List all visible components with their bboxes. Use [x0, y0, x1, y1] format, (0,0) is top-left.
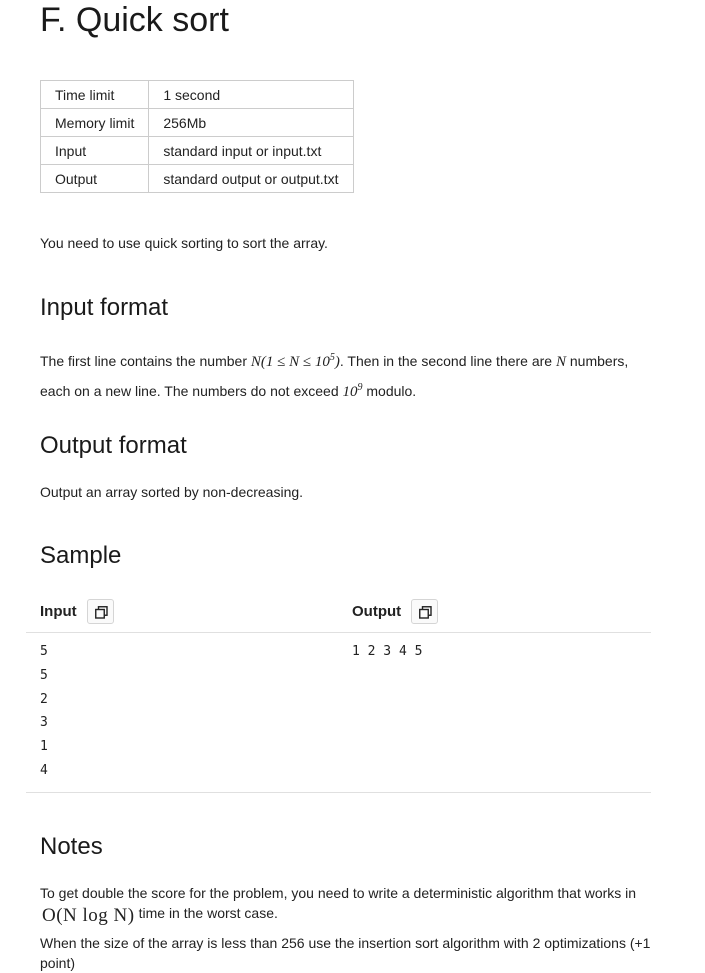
- output-format-heading: Output format: [40, 432, 187, 459]
- limits-row-memory: Memory limit 256Mb: [39, 108, 355, 137]
- input-format-heading: Input format: [40, 294, 169, 321]
- notes-heading: Notes: [40, 833, 103, 860]
- math-bound: 109: [342, 382, 363, 400]
- text-segment: modulo.: [362, 383, 417, 399]
- limit-key: Input: [39, 136, 150, 165]
- text-segment: To get double the score for the problem,…: [40, 885, 637, 901]
- limit-value: standard input or input.txt: [148, 136, 355, 165]
- math-complexity: O(N log N): [42, 905, 135, 926]
- output-format-text: Output an array sorted by non-decreasing…: [40, 484, 304, 500]
- text-segment: The first line contains the number: [40, 353, 251, 369]
- limit-value: standard output or output.txt: [148, 164, 355, 193]
- math-text: 10: [342, 384, 358, 400]
- limit-value: 256Mb: [148, 108, 355, 137]
- text-segment: time in the worst case.: [138, 905, 278, 921]
- sample-output-header: Output: [352, 596, 439, 626]
- sample-output-label: Output: [352, 602, 402, 620]
- sample-input-data: 5 5 2 3 1 4: [40, 644, 48, 778]
- math-constraint: N(1 ≤ N ≤ 105): [250, 352, 340, 370]
- limits-row-time: Time limit 1 second: [39, 80, 355, 109]
- copy-icon: [94, 605, 108, 619]
- page-title: F. Quick sort: [40, 1, 229, 39]
- sample-table-body: 5 5 2 3 1 4 1 2 3 4 5: [26, 632, 651, 793]
- notes-line-1: To get double the score for the problem,…: [40, 883, 652, 926]
- sample-output-data: 1 2 3 4 5: [352, 644, 423, 659]
- input-format-text: The first line contains the number N(1 ≤…: [40, 345, 652, 405]
- math-text: N(1 ≤ N ≤ 10: [250, 354, 330, 370]
- limit-key: Output: [39, 164, 150, 193]
- copy-output-button[interactable]: [411, 598, 439, 624]
- sample-input-header: Input: [40, 596, 114, 626]
- copy-input-button[interactable]: [86, 598, 114, 624]
- text-segment: . Then in the second line there are: [339, 353, 556, 369]
- limits-row-output: Output standard output or output.txt: [39, 164, 355, 193]
- math-n: N: [555, 354, 566, 370]
- limit-key: Memory limit: [39, 108, 150, 137]
- copy-icon: [419, 605, 432, 619]
- limit-value: 1 second: [148, 80, 355, 109]
- sample-heading: Sample: [40, 542, 122, 569]
- problem-legend: You need to use quick sorting to sort th…: [40, 235, 328, 251]
- limits-table: Time limit 1 second Memory limit 256Mb I…: [39, 80, 355, 193]
- sample-table-header: Input Output: [26, 596, 651, 633]
- limit-key: Time limit: [39, 80, 150, 109]
- sample-input-label: Input: [40, 602, 77, 620]
- limits-row-input: Input standard input or input.txt: [39, 136, 355, 165]
- notes-line-2: When the size of the array is less than …: [40, 935, 651, 971]
